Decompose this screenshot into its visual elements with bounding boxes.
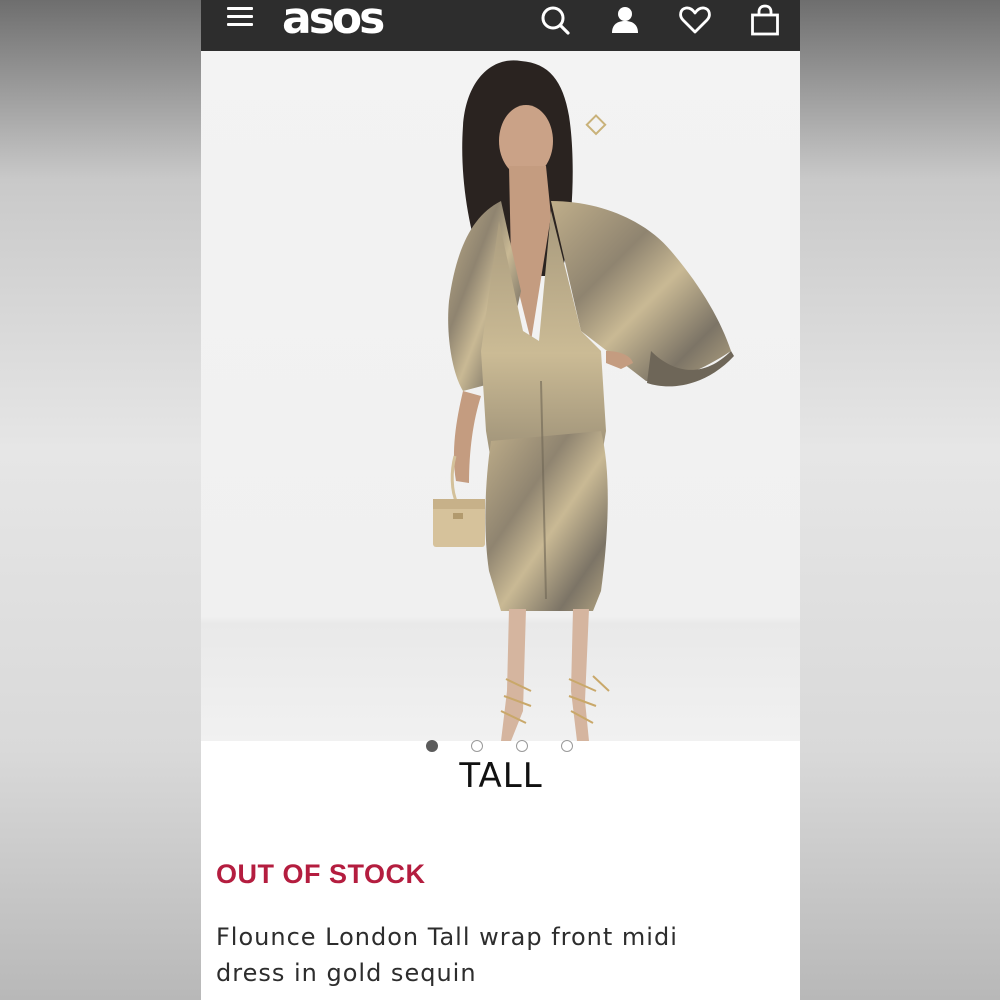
image-carousel-dots xyxy=(201,740,800,756)
phone-screen: asos TALL OUT OF STOCK Flounce London Ta… xyxy=(201,0,800,1000)
stock-status: OUT OF STOCK xyxy=(216,859,426,889)
carousel-dot-4[interactable] xyxy=(561,740,573,752)
asos-logo[interactable]: asos xyxy=(282,0,385,44)
top-navigation-bar: asos xyxy=(201,0,800,51)
product-image[interactable] xyxy=(201,51,800,741)
bag-icon[interactable] xyxy=(748,3,782,37)
carousel-dot-2[interactable] xyxy=(471,740,483,752)
carousel-dot-3[interactable] xyxy=(516,740,528,752)
product-info: OUT OF STOCK Flounce London Tall wrap fr… xyxy=(201,815,800,1000)
model-illustration xyxy=(433,60,734,741)
heart-icon[interactable] xyxy=(678,3,712,37)
account-icon[interactable] xyxy=(608,3,642,37)
tall-badge: TALL xyxy=(459,756,543,796)
carousel-dot-1[interactable] xyxy=(426,740,438,752)
search-icon[interactable] xyxy=(538,3,572,37)
product-title: Flounce London Tall wrap front midi dres… xyxy=(216,923,678,987)
menu-icon[interactable] xyxy=(227,7,257,29)
